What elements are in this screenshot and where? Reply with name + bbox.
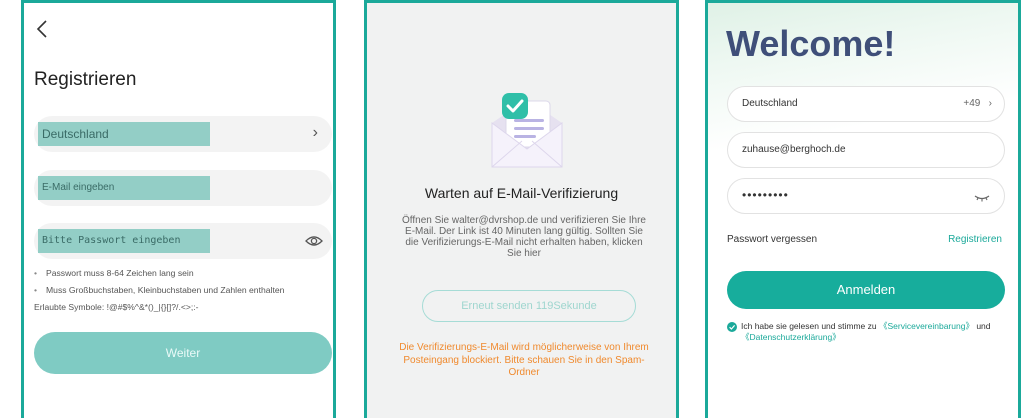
country-label: Deutschland xyxy=(742,98,798,109)
spam-warning: Die Verifizierungs-E-Mail wird möglicher… xyxy=(399,342,649,378)
back-arrow-icon[interactable] xyxy=(34,17,52,41)
chevron-right-icon: › xyxy=(983,98,992,109)
password-placeholder: Bitte Passwort eingeben xyxy=(42,235,181,246)
country-code-group: +49 › xyxy=(963,98,992,109)
consent-text: Ich habe sie gelesen und stimme zu 《Serv… xyxy=(727,321,1012,343)
email-value: zuhause@berghoch.de xyxy=(742,144,846,155)
country-label: Deutschland xyxy=(42,127,109,141)
password-field[interactable]: Bitte Passwort eingeben xyxy=(34,223,332,259)
country-code: +49 xyxy=(963,98,981,109)
rule-item: • Passwort muss 8-64 Zeichen lang sein xyxy=(34,268,194,278)
next-button[interactable]: Weiter xyxy=(34,332,332,374)
rule-item: • Muss Großbuchstaben, Kleinbuchstaben un… xyxy=(34,285,285,295)
register-link[interactable]: Registrieren xyxy=(948,234,1002,245)
symbols-note: Erlaubte Symbole: !@#$%^&*()_|{}[]?/.<>;… xyxy=(34,302,199,312)
registration-screen: Registrieren Deutschland › E-Mail eingeb… xyxy=(21,0,336,418)
forgot-password-link[interactable]: Passwort vergessen xyxy=(727,234,817,245)
envelope-icon xyxy=(491,93,563,168)
password-mask: ••••••••• xyxy=(742,188,789,202)
password-rules: • Passwort muss 8-64 Zeichen lang sein • M… xyxy=(34,265,284,316)
service-agreement-link[interactable]: 《Servicevereinbarung》 xyxy=(879,321,974,331)
verification-title: Warten auf E-Mail-Verifizierung xyxy=(424,185,619,201)
password-field[interactable]: ••••••••• xyxy=(727,178,1005,214)
chevron-right-icon: › xyxy=(312,124,318,141)
resend-button[interactable]: Erneut senden 119Sekunde xyxy=(422,290,636,322)
email-field[interactable]: E-Mail eingeben xyxy=(34,170,332,206)
email-field[interactable]: zuhause@berghoch.de xyxy=(727,132,1005,168)
page-title: Registrieren xyxy=(34,69,137,90)
login-screen: Welcome! Deutschland +49 › zuhause@bergh… xyxy=(705,0,1021,418)
country-select[interactable]: Deutschland +49 › xyxy=(727,86,1005,122)
country-select[interactable]: Deutschland › xyxy=(34,116,332,152)
verification-body: Öffnen Sie walter@dvrshop.de und verifiz… xyxy=(402,215,646,259)
login-button[interactable]: Anmelden xyxy=(727,271,1005,309)
welcome-heading: Welcome! xyxy=(726,23,896,64)
eye-closed-icon[interactable] xyxy=(974,190,990,204)
eye-icon[interactable] xyxy=(304,231,324,251)
verification-screen: Warten auf E-Mail-Verifizierung Öffnen S… xyxy=(364,0,679,418)
checkbox-checked-icon[interactable] xyxy=(727,322,737,332)
email-placeholder: E-Mail eingeben xyxy=(42,182,115,193)
privacy-policy-link[interactable]: 《Datenschutzerklärung》 xyxy=(741,332,841,342)
